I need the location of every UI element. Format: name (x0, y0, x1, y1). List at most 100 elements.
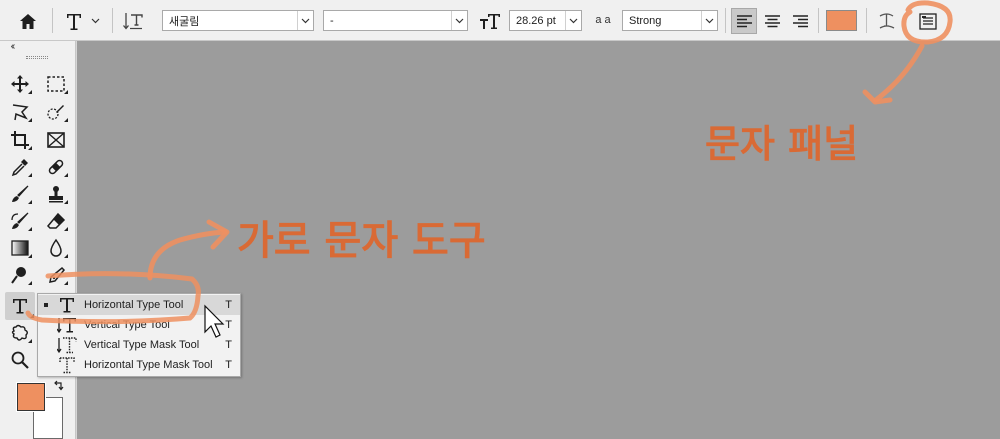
history-brush-tool[interactable] (7, 209, 33, 233)
blur-tool[interactable] (43, 236, 69, 260)
tool-preset-picker[interactable] (60, 8, 104, 34)
foreground-color-swatch[interactable] (16, 382, 46, 412)
vertical-type-tool-item[interactable]: Vertical Type Tool T (38, 315, 240, 335)
align-right-button[interactable] (787, 8, 813, 34)
zoom-tool[interactable] (7, 348, 33, 372)
crop-icon (11, 131, 29, 149)
menu-item-label: Horizontal Type Tool (84, 299, 184, 311)
horizontal-type-mask-tool-item[interactable]: Horizontal Type Mask Tool T (38, 355, 240, 375)
separator (866, 8, 867, 33)
marquee-tool[interactable] (43, 72, 69, 96)
align-left-icon (736, 14, 752, 27)
eyedropper-icon (11, 159, 28, 177)
separator (112, 8, 113, 33)
drag-handle[interactable] (26, 56, 48, 59)
horizontal-type-icon (56, 296, 78, 314)
swap-arrows-icon (53, 380, 63, 390)
shortcut-label: T (225, 319, 232, 331)
move-tool[interactable] (7, 72, 33, 96)
text-color-swatch[interactable] (826, 10, 857, 31)
shape-tool[interactable] (7, 321, 33, 345)
gradient-tool[interactable] (7, 236, 33, 260)
eyedropper-tool[interactable] (7, 155, 33, 179)
frame-icon (47, 132, 65, 148)
collapse-panel-icon[interactable]: ‹‹ (4, 41, 20, 52)
type-tool-icon (66, 13, 81, 30)
type-tool[interactable] (5, 292, 35, 320)
frame-tool[interactable] (43, 128, 69, 152)
lasso-tool[interactable] (7, 100, 33, 124)
drop-icon (50, 238, 62, 257)
document-canvas[interactable] (77, 41, 1000, 439)
annotation-character-panel-text: 문자 패널 (705, 122, 859, 166)
anti-alias-value: Strong (629, 14, 662, 27)
spot-healing-tool[interactable] (43, 155, 69, 179)
home-icon (20, 13, 36, 29)
clone-stamp-tool[interactable] (43, 182, 69, 206)
custom-shape-icon (11, 324, 28, 341)
type-tool-flyout: Horizontal Type Tool T Vertical Type Too… (37, 293, 241, 377)
vertical-type-mask-icon (56, 336, 78, 354)
stamp-icon (49, 186, 63, 203)
text-orientation-icon (123, 13, 143, 30)
font-family-value: 새굴림 (169, 15, 200, 28)
magnifier-icon (11, 351, 29, 369)
character-panel-icon (919, 12, 937, 30)
font-style-value: - (330, 14, 334, 27)
warp-text-button[interactable] (874, 8, 900, 34)
character-panel-button[interactable] (915, 8, 941, 34)
dodge-tool[interactable] (7, 263, 33, 287)
anti-alias-select[interactable]: Strong (622, 10, 718, 31)
pen-icon (49, 266, 66, 283)
brush-tool[interactable] (7, 182, 33, 206)
font-style-select[interactable]: - (323, 10, 468, 31)
history-brush-icon (11, 212, 29, 229)
eraser-tool[interactable] (43, 209, 69, 233)
quick-selection-icon (47, 105, 64, 120)
chevron-down-icon (297, 11, 313, 30)
shortcut-label: T (225, 299, 232, 311)
rectangular-marquee-icon (47, 76, 65, 92)
warp-text-icon (879, 13, 895, 29)
chevron-down-icon (565, 11, 581, 30)
home-button[interactable] (16, 9, 40, 33)
horizontal-type-tool-item[interactable]: Horizontal Type Tool T (38, 295, 240, 315)
vertical-type-mask-tool-item[interactable]: Vertical Type Mask Tool T (38, 335, 240, 355)
vertical-type-icon (56, 316, 78, 334)
brush-icon (12, 185, 29, 202)
anti-alias-icon: a a (595, 14, 611, 26)
align-center-icon (764, 14, 780, 27)
align-center-button[interactable] (759, 8, 785, 34)
menu-item-label: Horizontal Type Mask Tool (84, 359, 213, 371)
gradient-icon (11, 240, 29, 256)
pen-tool[interactable] (43, 263, 69, 287)
font-size-input[interactable]: 28.26 pt (509, 10, 582, 31)
annotation-horizontal-type-tool-text: 가로 문자 도구 (237, 218, 486, 264)
font-size-value: 28.26 pt (516, 14, 556, 27)
chevron-down-icon (451, 11, 467, 30)
eraser-icon (46, 212, 66, 229)
quick-selection-tool[interactable] (43, 100, 69, 124)
dodge-icon (11, 267, 26, 284)
swap-colors-button[interactable] (52, 379, 64, 391)
chevron-down-icon (701, 11, 717, 30)
shortcut-label: T (225, 339, 232, 351)
toggle-text-orientation-button[interactable] (120, 8, 146, 34)
separator (725, 8, 726, 33)
separator (52, 8, 53, 33)
menu-item-label: Vertical Type Tool (84, 319, 170, 331)
separator (818, 8, 819, 33)
shortcut-label: T (225, 359, 232, 371)
type-tool-icon (13, 299, 27, 314)
align-left-button[interactable] (731, 8, 757, 34)
chevron-down-icon (91, 18, 99, 24)
menu-item-label: Vertical Type Mask Tool (84, 339, 200, 351)
selected-bullet-icon (44, 303, 48, 307)
options-bar: 새굴림 - 28.26 pt a a Strong (0, 0, 1000, 41)
crop-tool[interactable] (7, 128, 33, 152)
tools-panel: ‹‹ (0, 41, 76, 439)
font-size-icon (478, 9, 502, 33)
move-icon (11, 75, 29, 93)
polygonal-lasso-icon (12, 104, 29, 121)
font-family-select[interactable]: 새굴림 (162, 10, 314, 31)
